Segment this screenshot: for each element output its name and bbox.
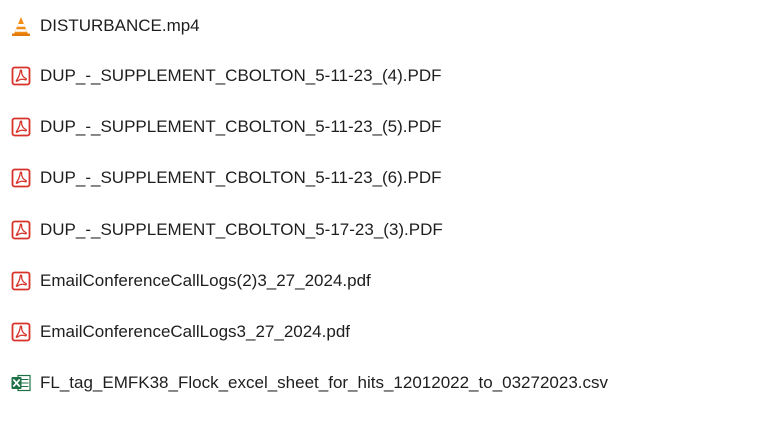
file-name: DUP_-_SUPPLEMENT_CBOLTON_5-11-23_(4).PDF [40, 66, 442, 85]
pdf-icon [10, 219, 32, 241]
file-row-pdf[interactable]: DUP_-_SUPPLEMENT_CBOLTON_5-11-23_(4).PDF [0, 56, 783, 96]
file-row-pdf[interactable]: DUP_-_SUPPLEMENT_CBOLTON_5-11-23_(5).PDF [0, 107, 783, 147]
vlc-cone-icon [10, 15, 32, 37]
file-list: DISTURBANCE.mp4 DUP_-_SUPPLEMENT_CBOLTON… [0, 0, 783, 434]
pdf-icon [10, 167, 32, 189]
file-row-pdf[interactable]: DUP_-_SUPPLEMENT_CBOLTON_5-11-23_(6).PDF [0, 158, 783, 198]
file-row-pdf[interactable]: EmailConferenceCallLogs(2)3_27_2024.pdf [0, 261, 783, 301]
file-name: EmailConferenceCallLogs(2)3_27_2024.pdf [40, 271, 371, 290]
file-name: DISTURBANCE.mp4 [40, 16, 200, 35]
file-name: EmailConferenceCallLogs3_27_2024.pdf [40, 322, 350, 341]
file-name: FL_tag_EMFK38_Flock_excel_sheet_for_hits… [40, 373, 609, 392]
file-row-csv[interactable]: FL_tag_EMFK38_Flock_excel_sheet_for_hits… [0, 363, 783, 403]
pdf-icon [10, 321, 32, 343]
pdf-icon [10, 270, 32, 292]
file-row-pdf[interactable]: DUP_-_SUPPLEMENT_CBOLTON_5-17-23_(3).PDF [0, 210, 783, 250]
pdf-icon [10, 116, 32, 138]
file-name: DUP_-_SUPPLEMENT_CBOLTON_5-11-23_(5).PDF [40, 117, 442, 136]
file-row-disturbance-mp4[interactable]: DISTURBANCE.mp4 [0, 6, 783, 46]
excel-csv-icon [10, 372, 32, 394]
file-name: DUP_-_SUPPLEMENT_CBOLTON_5-17-23_(3).PDF [40, 220, 443, 239]
file-name: DUP_-_SUPPLEMENT_CBOLTON_5-11-23_(6).PDF [40, 168, 442, 187]
file-row-pdf[interactable]: EmailConferenceCallLogs3_27_2024.pdf [0, 312, 783, 352]
pdf-icon [10, 65, 32, 87]
